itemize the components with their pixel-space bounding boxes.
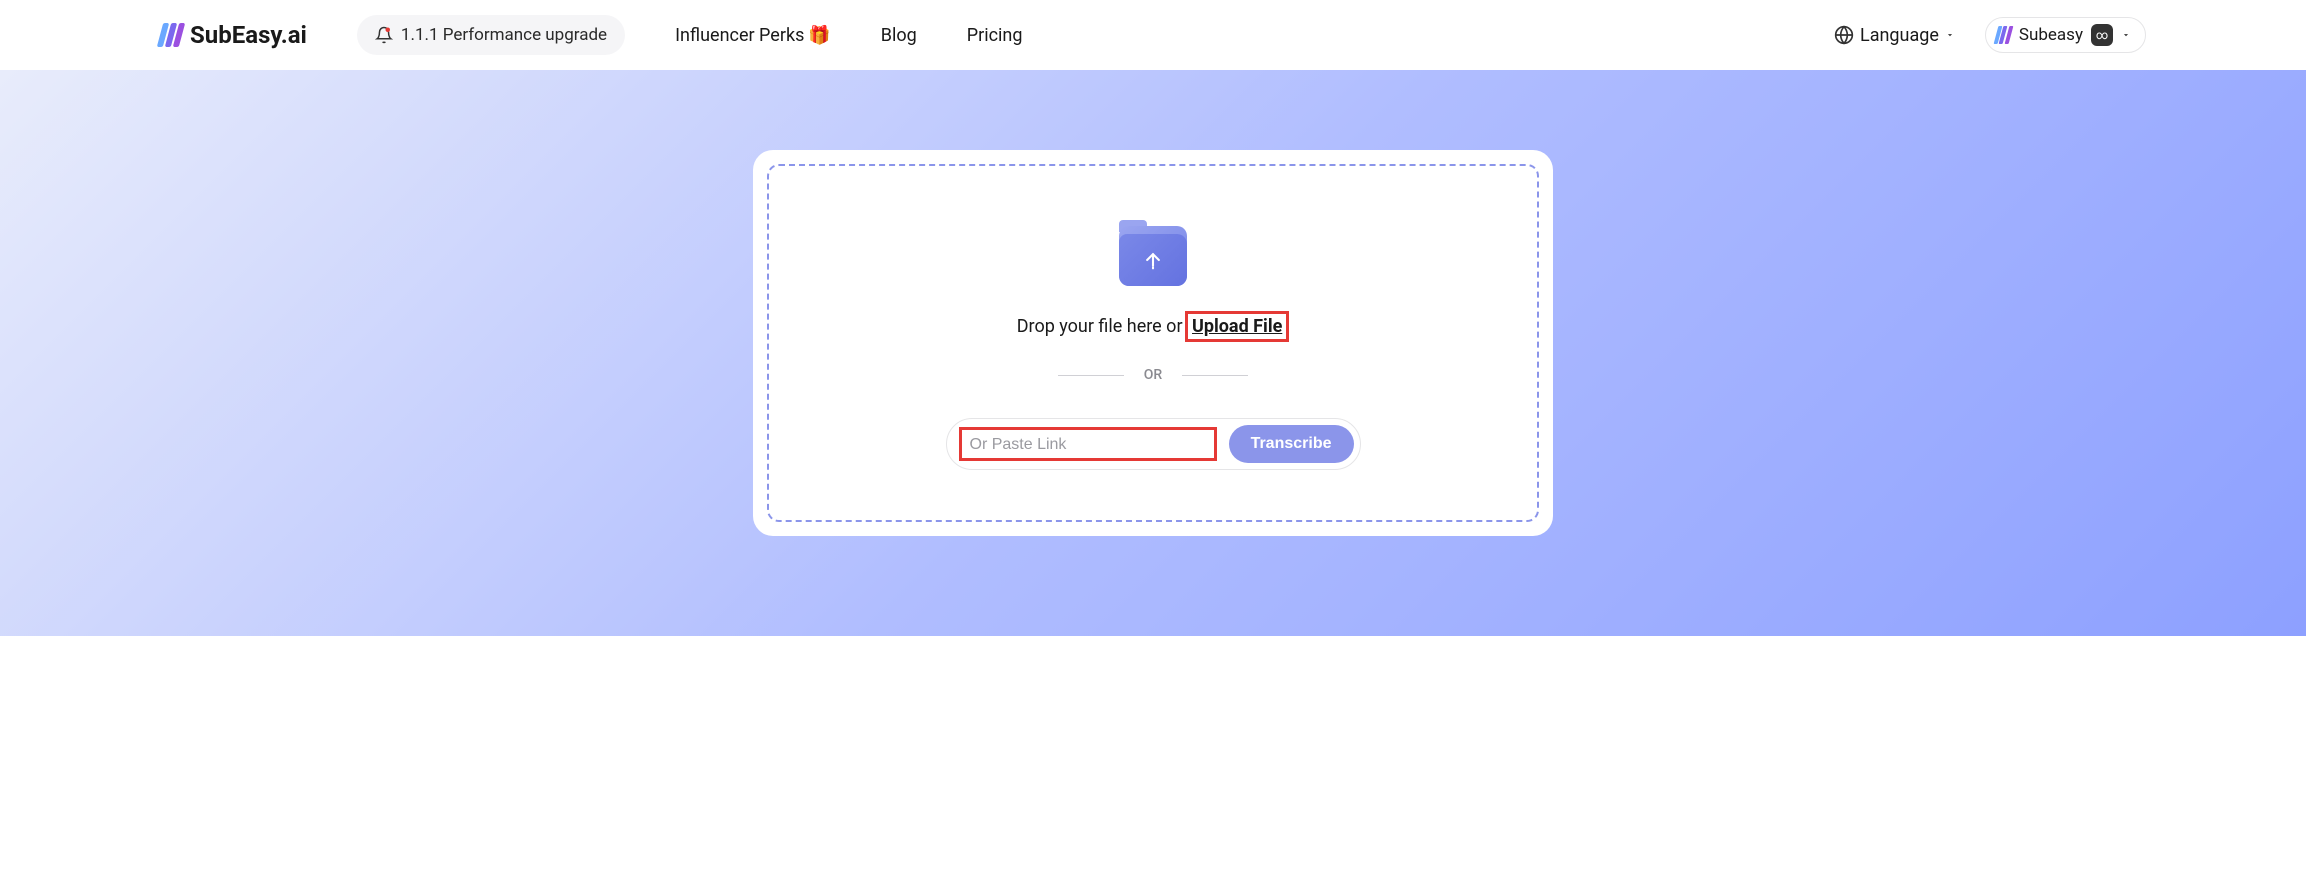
- chevron-down-icon: [1945, 30, 1955, 40]
- upload-dropzone[interactable]: Drop your file here or Upload File OR Tr…: [767, 164, 1539, 522]
- folder-upload-icon: [1119, 226, 1187, 286]
- nav-pricing[interactable]: Pricing: [967, 25, 1023, 46]
- upload-file-link[interactable]: Upload File: [1185, 311, 1289, 342]
- upload-card: Drop your file here or Upload File OR Tr…: [753, 150, 1553, 536]
- language-label: Language: [1860, 25, 1939, 46]
- language-selector[interactable]: Language: [1834, 25, 1955, 46]
- header: SubEasy.ai 1.1.1 Performance upgrade Inf…: [0, 0, 2306, 70]
- hero-section: Drop your file here or Upload File OR Tr…: [0, 70, 2306, 636]
- transcribe-button[interactable]: Transcribe: [1229, 425, 1354, 463]
- user-menu[interactable]: Subeasy ∞: [1985, 17, 2146, 53]
- brand-logo-icon: [160, 23, 182, 47]
- drop-text: Drop your file here or Upload File: [1017, 316, 1290, 337]
- bell-icon: [375, 26, 393, 44]
- upgrade-badge[interactable]: 1.1.1 Performance upgrade: [357, 15, 625, 55]
- user-label: Subeasy: [2019, 25, 2083, 45]
- paste-link-input[interactable]: [970, 436, 1206, 454]
- infinity-badge-icon: ∞: [2091, 24, 2113, 46]
- globe-icon: [1834, 25, 1854, 45]
- divider-label: OR: [1144, 367, 1162, 383]
- brand-name: SubEasy.ai: [190, 21, 307, 49]
- divider: OR: [1058, 367, 1248, 383]
- link-input-section: Transcribe: [946, 418, 1361, 470]
- nav-blog[interactable]: Blog: [881, 25, 917, 46]
- user-logo-icon: [1996, 26, 2011, 44]
- nav-links: Influencer Perks 🎁 Blog Pricing: [675, 25, 1022, 46]
- chevron-down-icon: [2121, 30, 2131, 40]
- nav-influencer-perks[interactable]: Influencer Perks 🎁: [675, 25, 831, 46]
- link-input-highlight: [959, 427, 1217, 461]
- upgrade-label: 1.1.1 Performance upgrade: [401, 25, 607, 45]
- brand-logo[interactable]: SubEasy.ai: [160, 21, 307, 49]
- gift-icon: 🎁: [808, 25, 830, 46]
